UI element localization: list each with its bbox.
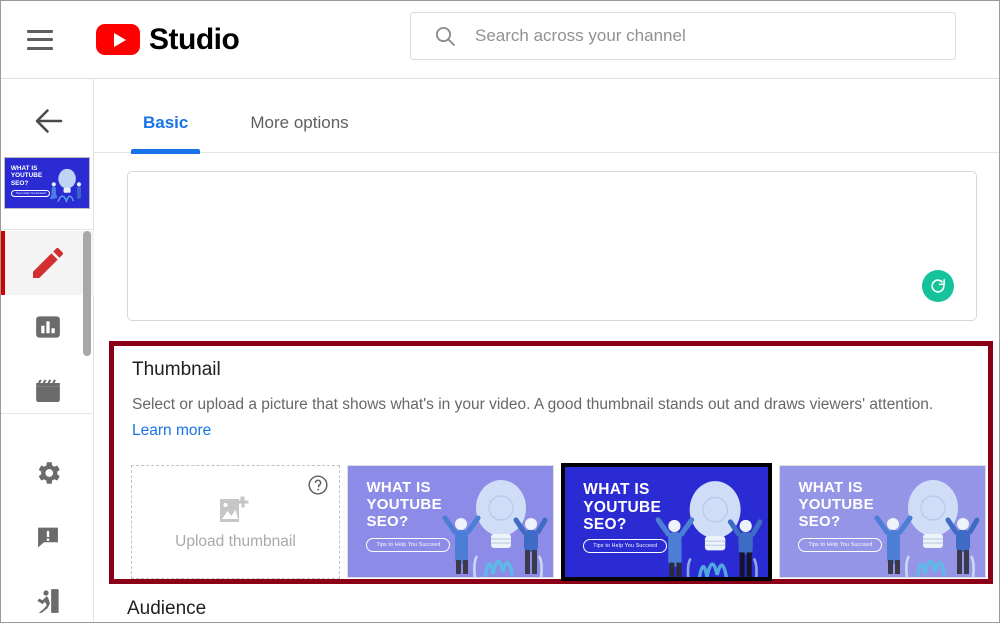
pencil-icon xyxy=(28,243,68,283)
grammarly-refresh-icon[interactable] xyxy=(922,270,954,302)
video-thumbnail-preview[interactable]: WHAT IS YOUTUBE SEO? Tips to Help You Succ… xyxy=(4,157,90,209)
clapperboard-icon xyxy=(33,376,63,406)
thumbnail-options-row: Upload thumbnail WHAT IS YOUTUBE SEO? Tips… xyxy=(131,463,986,581)
feedback-bubble-icon xyxy=(34,523,62,551)
search-input[interactable]: Search across your channel xyxy=(410,12,956,60)
thumbnail-description-text: Select or upload a picture that shows wh… xyxy=(132,396,934,413)
thumbnail-art-title: WHAT IS YOUTUBE SEO? xyxy=(366,479,442,531)
studio-logo[interactable]: Studio xyxy=(96,22,240,57)
sidebar-item-analytics[interactable] xyxy=(1,295,94,359)
sidebar-item-details[interactable] xyxy=(1,231,94,295)
thumbnail-art-title: WHAT IS YOUTUBE SEO? xyxy=(798,479,874,531)
sidebar-scrollbar[interactable] xyxy=(83,231,91,356)
thumbnail-art-title: WHAT IS YOUTUBE SEO? xyxy=(583,481,662,534)
sidebar-item-exit[interactable] xyxy=(1,569,94,622)
thumbnail-artwork: WHAT IS YOUTUBE SEO? Tips to Help You Succ… xyxy=(5,158,89,208)
add-image-icon xyxy=(219,494,253,524)
sidebar-item-feedback[interactable] xyxy=(1,505,94,569)
rail-divider-bottom xyxy=(1,413,94,414)
thumbnail-art-title: WHAT IS YOUTUBE SEO? xyxy=(10,165,43,187)
gear-icon xyxy=(33,458,63,488)
upload-thumbnail-button[interactable]: Upload thumbnail xyxy=(131,465,340,579)
thumbnail-artwork: WHAT IS YOUTUBE SEO? Tips to Help You Succ… xyxy=(348,466,553,577)
page-title: Thumbnail xyxy=(132,359,221,380)
description-textarea[interactable] xyxy=(127,171,977,321)
thumbnail-option-1[interactable]: WHAT IS YOUTUBE SEO? Tips to Help You Succ… xyxy=(347,465,554,578)
rail-divider-top xyxy=(1,229,94,230)
upload-thumbnail-label: Upload thumbnail xyxy=(175,532,296,550)
learn-more-link[interactable]: Learn more xyxy=(132,422,211,439)
thumbnail-section-description: Select or upload a picture that shows wh… xyxy=(132,392,977,444)
tab-basic[interactable]: Basic xyxy=(127,113,204,154)
youtube-studio-window: Studio Search across your channel WHAT I… xyxy=(0,0,1000,623)
thumbnail-option-3[interactable]: WHAT IS YOUTUBE SEO? Tips to Help You Succ… xyxy=(779,465,986,578)
thumbnail-art-badge: Tips to Help You Succeed xyxy=(798,538,883,553)
brand-label: Studio xyxy=(149,22,240,56)
help-circle-icon[interactable] xyxy=(307,474,329,496)
hamburger-menu-icon[interactable] xyxy=(27,29,53,50)
thumbnail-art-badge: Tips to Help You Succeed xyxy=(366,538,451,553)
tab-more-options[interactable]: More options xyxy=(234,113,364,152)
top-bar: Studio Search across your channel xyxy=(1,1,999,79)
search-placeholder: Search across your channel xyxy=(475,26,686,45)
arrow-left-icon[interactable] xyxy=(31,103,67,139)
thumbnail-art-illustration xyxy=(49,168,81,204)
thumbnail-artwork: WHAT IS YOUTUBE SEO? Tips to Help You Succ… xyxy=(780,466,985,577)
audience-section-title: Audience xyxy=(127,598,207,619)
thumbnail-art-illustration xyxy=(874,479,980,577)
search-icon xyxy=(433,24,457,48)
thumbnail-art-illustration xyxy=(655,480,763,577)
exit-running-person-icon xyxy=(33,586,63,616)
sidebar-item-settings[interactable] xyxy=(1,441,94,505)
bar-chart-icon xyxy=(33,312,63,342)
thumbnail-artwork: WHAT IS YOUTUBE SEO? Tips to Help You Succ… xyxy=(565,467,768,577)
thumbnail-section-highlight: Thumbnail Select or upload a picture tha… xyxy=(109,341,993,584)
thumbnail-art-illustration xyxy=(442,479,548,577)
left-rail: WHAT IS YOUTUBE SEO? Tips to Help You Succ… xyxy=(1,79,94,622)
tab-bar: Basic More options xyxy=(94,79,999,154)
main-content: Basic More options Thumbnail Select or u… xyxy=(94,79,999,622)
thumbnail-option-2[interactable]: WHAT IS YOUTUBE SEO? Tips to Help You Succ… xyxy=(561,463,772,581)
youtube-play-icon xyxy=(96,24,140,55)
